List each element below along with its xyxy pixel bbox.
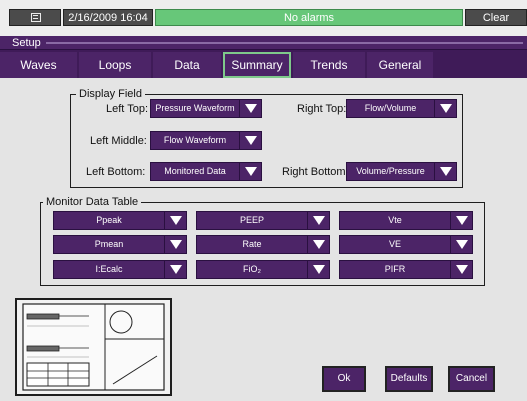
chevron-down-icon bbox=[450, 236, 472, 253]
setup-header: Setup bbox=[0, 36, 527, 50]
left-top-select[interactable]: Pressure Waveform bbox=[150, 99, 262, 118]
monitor-cell-ve[interactable]: VE bbox=[339, 235, 473, 254]
right-bottom-value: Volume/Pressure bbox=[356, 166, 425, 176]
screen-lock-button[interactable] bbox=[9, 9, 61, 26]
chevron-down-icon bbox=[239, 100, 261, 117]
layout-preview-icon bbox=[22, 303, 165, 391]
setup-screen: 2/16/2009 16:04 No alarms Clear Setup Wa… bbox=[0, 0, 527, 401]
monitor-cell-value: PEEP bbox=[239, 215, 264, 225]
chevron-down-icon bbox=[450, 212, 472, 229]
chevron-down-icon bbox=[307, 261, 329, 278]
monitor-cell-value: Ppeak bbox=[96, 215, 122, 225]
chevron-down-icon bbox=[239, 163, 261, 180]
right-bottom-label: Right Bottom: bbox=[282, 166, 349, 178]
left-bottom-select[interactable]: Monitored Data bbox=[150, 162, 262, 181]
left-middle-label: Left Middle: bbox=[90, 135, 147, 147]
monitor-cell-pifr[interactable]: PIFR bbox=[339, 260, 473, 279]
chevron-down-icon bbox=[434, 163, 456, 180]
chevron-down-icon bbox=[307, 236, 329, 253]
left-bottom-value: Monitored Data bbox=[164, 166, 226, 176]
date-time-display: 2/16/2009 16:04 bbox=[63, 9, 153, 26]
chevron-down-icon bbox=[164, 236, 186, 253]
left-top-value: Pressure Waveform bbox=[155, 103, 235, 113]
monitor-cell-iecalc[interactable]: I:Ecalc bbox=[53, 260, 187, 279]
chevron-down-icon bbox=[434, 100, 456, 117]
tab-waves[interactable]: Waves bbox=[0, 52, 77, 78]
layout-preview bbox=[15, 298, 172, 396]
ok-button[interactable]: Ok bbox=[322, 366, 366, 392]
monitor-cell-value: Vte bbox=[388, 215, 402, 225]
chevron-down-icon bbox=[307, 212, 329, 229]
cancel-button[interactable]: Cancel bbox=[448, 366, 495, 392]
monitor-cell-fio2[interactable]: FiO₂ bbox=[196, 260, 330, 279]
header-divider bbox=[46, 42, 523, 44]
left-middle-value: Flow Waveform bbox=[163, 135, 227, 145]
tab-bar: Waves Loops Data Summary Trends General bbox=[0, 50, 527, 78]
monitor-cell-rate[interactable]: Rate bbox=[196, 235, 330, 254]
monitor-cell-value: I:Ecalc bbox=[95, 264, 123, 274]
defaults-button[interactable]: Defaults bbox=[385, 366, 433, 392]
monitor-cell-pmean[interactable]: Pmean bbox=[53, 235, 187, 254]
chevron-down-icon bbox=[164, 212, 186, 229]
tab-loops[interactable]: Loops bbox=[79, 52, 151, 78]
right-top-select[interactable]: Flow/Volume bbox=[346, 99, 457, 118]
tab-summary[interactable]: Summary bbox=[223, 52, 291, 78]
monitor-cell-value: PIFR bbox=[384, 264, 406, 274]
monitor-cell-peep[interactable]: PEEP bbox=[196, 211, 330, 230]
monitor-cell-value: VE bbox=[388, 239, 401, 249]
status-bar: 2/16/2009 16:04 No alarms Clear bbox=[0, 0, 527, 36]
monitor-cell-value: FiO₂ bbox=[243, 264, 261, 274]
monitor-data-table-title: Monitor Data Table bbox=[43, 196, 142, 208]
monitor-cell-value: Pmean bbox=[94, 239, 124, 249]
clear-alarm-button[interactable]: Clear bbox=[465, 9, 527, 26]
tab-general[interactable]: General bbox=[367, 52, 433, 78]
chevron-down-icon bbox=[239, 132, 261, 149]
chevron-down-icon bbox=[164, 261, 186, 278]
alarm-status-banner: No alarms bbox=[155, 9, 463, 26]
tab-trends[interactable]: Trends bbox=[293, 52, 365, 78]
right-bottom-select[interactable]: Volume/Pressure bbox=[346, 162, 457, 181]
left-bottom-label: Left Bottom: bbox=[86, 166, 146, 178]
monitor-cell-value: Rate bbox=[242, 239, 262, 249]
monitor-cell-vte[interactable]: Vte bbox=[339, 211, 473, 230]
monitor-icon bbox=[31, 13, 41, 22]
display-field-title: Display Field bbox=[76, 88, 145, 100]
page-title: Setup bbox=[12, 37, 41, 49]
chevron-down-icon bbox=[450, 261, 472, 278]
tab-data[interactable]: Data bbox=[153, 52, 221, 78]
right-top-value: Flow/Volume bbox=[364, 103, 417, 113]
left-middle-select[interactable]: Flow Waveform bbox=[150, 131, 262, 150]
monitor-cell-ppeak[interactable]: Ppeak bbox=[53, 211, 187, 230]
right-top-label: Right Top: bbox=[297, 103, 347, 115]
left-top-label: Left Top: bbox=[106, 103, 148, 115]
